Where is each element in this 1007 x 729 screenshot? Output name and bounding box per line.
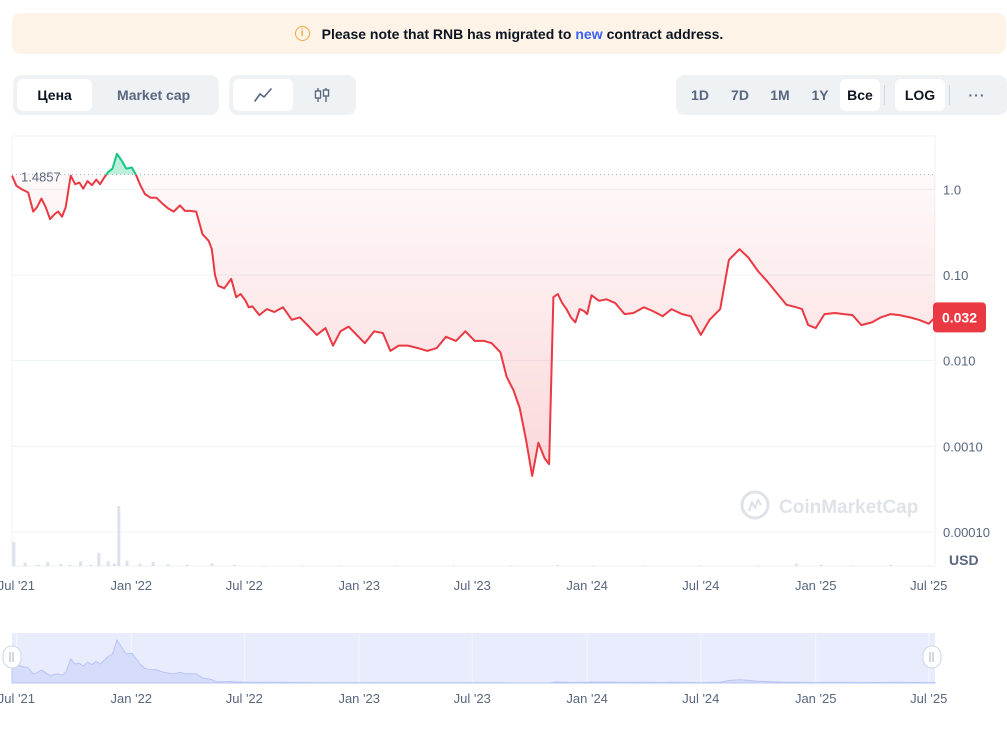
line-chart-icon — [253, 88, 272, 102]
volume-bar — [851, 565, 855, 566]
plot-frame — [11, 135, 936, 567]
current-price-label: 0.032 — [942, 309, 977, 325]
y-tick-label: 0.0010 — [943, 439, 983, 454]
navigator-series — [11, 638, 936, 684]
divider — [884, 85, 885, 105]
range-1d-button[interactable]: 1D — [680, 79, 720, 111]
volume-bar — [79, 561, 83, 566]
volume-bar — [106, 561, 110, 566]
navigator-tick-label: Jul '24 — [682, 691, 719, 706]
x-tick-label: Jan '22 — [111, 578, 153, 593]
range-all-button[interactable]: Все — [840, 79, 880, 111]
chart-type-toggle — [229, 75, 356, 115]
currency-label: USD — [949, 552, 979, 568]
migration-notice-banner: i Please note that RNB has migrated to n… — [12, 13, 1006, 54]
x-tick-label: Jan '25 — [795, 578, 837, 593]
current-price-badge — [933, 302, 986, 333]
volume-bar — [210, 563, 214, 566]
navigator-left-handle[interactable] — [2, 645, 22, 669]
volume-bar — [819, 564, 823, 566]
x-tick-label: Jan '24 — [566, 578, 608, 593]
range-7d-button[interactable]: 7D — [720, 79, 760, 111]
navigator-tick-label: Jan '24 — [566, 691, 608, 706]
x-tick-label: Jul '25 — [910, 578, 947, 593]
navigator-tick-label: Jan '25 — [795, 691, 837, 706]
reference-price-label: 1.4857 — [21, 170, 61, 185]
price-line-down — [11, 174, 936, 477]
navigator-tick-label: Jan '23 — [338, 691, 380, 706]
navigator-right-handle[interactable] — [922, 645, 942, 669]
tab-market-cap[interactable]: Market cap — [92, 79, 215, 111]
tab-price[interactable]: Цена — [17, 79, 93, 111]
volume-bar — [556, 564, 560, 566]
volume-bar — [185, 564, 189, 566]
volume-bar — [300, 565, 304, 566]
volume-bar — [59, 564, 63, 566]
navigator-tick-label: Jul '21 — [0, 691, 35, 706]
y-tick-label: 0.10 — [943, 268, 968, 283]
volume-bar — [68, 564, 72, 566]
navigator-tick-label: Jul '22 — [226, 691, 263, 706]
volume-bar — [23, 562, 27, 566]
price-line-up — [70, 152, 137, 175]
x-tick-label: Jul '23 — [454, 578, 491, 593]
navigator-tick-label: Jan '22 — [111, 691, 153, 706]
time-range-toggle: 1D 7D 1M 1Y Все LOG ··· — [676, 75, 1007, 115]
info-icon: i — [294, 26, 310, 41]
x-tick-label: Jul '21 — [0, 578, 35, 593]
volume-bar — [36, 564, 40, 566]
navigator-window[interactable] — [12, 633, 935, 683]
more-options-button[interactable]: ··· — [954, 79, 1000, 111]
volume-bar — [338, 565, 342, 566]
y-tick-label: 1.0 — [943, 182, 961, 197]
range-1y-button[interactable]: 1Y — [800, 79, 840, 111]
current-price-tag: 0.032 — [933, 302, 986, 333]
volume-bar — [642, 565, 646, 566]
metric-toggle: Цена Market cap — [13, 75, 219, 115]
volume-bar — [12, 542, 16, 566]
volume-bar — [125, 560, 129, 566]
volume-bar — [794, 563, 798, 566]
coinmarketcap-watermark: CoinMarketCap — [740, 490, 918, 520]
volume-bar — [138, 563, 142, 566]
volume-bar — [509, 565, 513, 566]
volume-bar — [699, 565, 703, 566]
price-area-below-reference — [12, 174, 935, 476]
candlestick-chart-button[interactable] — [293, 79, 353, 111]
y-tick-label: 0.00010 — [943, 525, 990, 540]
x-tick-label: Jan '23 — [338, 578, 380, 593]
new-contract-link[interactable]: new — [575, 26, 602, 42]
volume-bar — [89, 564, 93, 566]
volume-bar — [591, 565, 595, 566]
volume-bar — [112, 563, 116, 566]
volume-bar — [46, 561, 50, 566]
volume-bar — [262, 565, 266, 566]
volume-bar — [232, 564, 236, 566]
volume-bar — [452, 565, 456, 566]
volume-bar — [927, 565, 931, 566]
price-area-above-reference — [12, 153, 935, 175]
x-tick-label: Jul '24 — [682, 578, 719, 593]
volume-bar — [166, 564, 170, 566]
watermark-text: CoinMarketCap — [779, 497, 918, 518]
range-navigator[interactable] — [2, 633, 942, 684]
volume-bar — [889, 564, 893, 566]
volume-bar — [756, 565, 760, 566]
line-chart-button[interactable] — [233, 79, 293, 111]
range-1m-button[interactable]: 1M — [760, 79, 800, 111]
y-tick-label: 0.010 — [943, 354, 976, 369]
volume-bar — [394, 565, 398, 566]
notice-text: Please note that RNB has migrated to — [321, 25, 572, 42]
volume-bar — [97, 552, 101, 566]
divider — [949, 85, 950, 105]
candlestick-icon — [315, 88, 330, 102]
log-scale-button[interactable]: LOG — [895, 79, 945, 111]
notice-text-end: contract address. — [606, 25, 724, 42]
x-tick-label: Jul '22 — [226, 578, 263, 593]
volume-bar — [151, 561, 155, 566]
navigator-tick-label: Jul '25 — [910, 691, 947, 706]
navigator-tick-label: Jul '23 — [454, 691, 491, 706]
volume-bar — [117, 506, 121, 566]
